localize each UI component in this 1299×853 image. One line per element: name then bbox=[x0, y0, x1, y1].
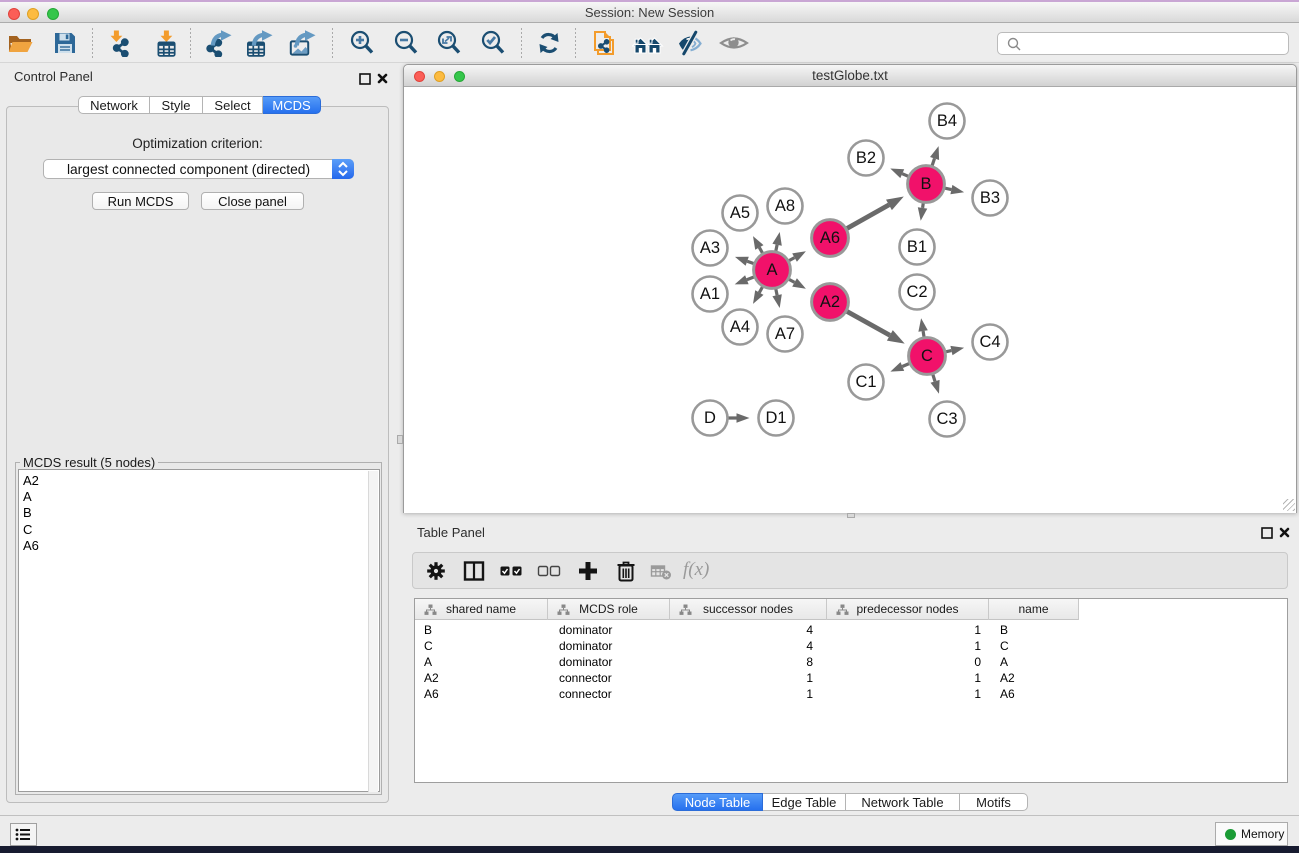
svg-text:C4: C4 bbox=[979, 333, 1000, 351]
svg-text:C1: C1 bbox=[855, 373, 876, 391]
svg-text:C: C bbox=[921, 347, 933, 365]
svg-text:B2: B2 bbox=[856, 149, 876, 167]
svg-text:D: D bbox=[704, 409, 716, 427]
svg-text:A2: A2 bbox=[820, 293, 840, 311]
svg-text:A5: A5 bbox=[730, 204, 750, 222]
svg-text:A: A bbox=[766, 261, 777, 279]
svg-text:B1: B1 bbox=[907, 238, 927, 256]
svg-text:A7: A7 bbox=[775, 325, 795, 343]
svg-text:A4: A4 bbox=[730, 318, 750, 336]
svg-text:B: B bbox=[920, 175, 931, 193]
svg-text:B4: B4 bbox=[937, 112, 957, 130]
svg-text:C2: C2 bbox=[906, 283, 927, 301]
svg-text:A6: A6 bbox=[820, 229, 840, 247]
svg-text:A8: A8 bbox=[775, 197, 795, 215]
svg-text:A3: A3 bbox=[700, 239, 720, 257]
svg-text:D1: D1 bbox=[765, 409, 786, 427]
svg-text:A1: A1 bbox=[700, 285, 720, 303]
svg-text:B3: B3 bbox=[980, 189, 1000, 207]
svg-text:C3: C3 bbox=[936, 410, 957, 428]
